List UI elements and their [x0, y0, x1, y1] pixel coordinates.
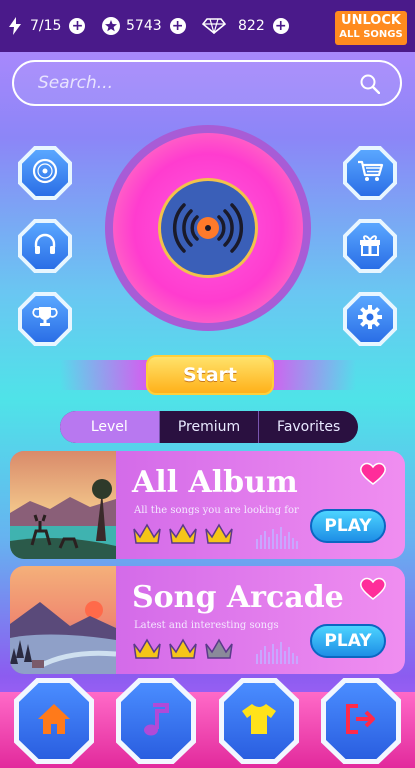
- add-energy-button[interactable]: +: [69, 18, 86, 34]
- add-gems-button[interactable]: +: [272, 18, 289, 34]
- album-card-all-album[interactable]: All Album All the songs you are looking …: [10, 451, 405, 559]
- album-card-song-arcade[interactable]: Song Arcade Latest and interesting songs…: [10, 566, 405, 674]
- star-icon: [102, 17, 120, 35]
- deer-landscape-image: [10, 451, 116, 559]
- energy-stat: 7/15 +: [6, 17, 86, 35]
- crown-icon: [133, 638, 161, 659]
- gift-icon: [357, 231, 383, 261]
- headphones-button[interactable]: [18, 219, 72, 273]
- crown-icon: [205, 523, 233, 544]
- category-tabs: Level Premium Favorites: [60, 411, 358, 443]
- exit-icon: [344, 702, 378, 740]
- search-input[interactable]: [36, 72, 340, 94]
- cart-icon: [356, 158, 384, 188]
- diamond-icon: [202, 17, 226, 35]
- card-title: All Album: [132, 465, 298, 500]
- add-stars-button[interactable]: +: [169, 18, 186, 34]
- equalizer-icon: [256, 527, 298, 549]
- stars-value: 5743: [126, 18, 162, 34]
- unlock-all-songs-button[interactable]: UNLOCK ALL SONGS: [335, 11, 407, 45]
- crown-icon: [169, 638, 197, 659]
- heart-icon[interactable]: [359, 576, 387, 600]
- unlock-label-line2: ALL SONGS: [339, 29, 403, 40]
- gems-stat: 822 +: [202, 17, 289, 35]
- gems-value: 822: [238, 18, 265, 34]
- unlock-label-line1: UNLOCK: [341, 13, 401, 28]
- top-bar: 7/15 + 5743 + 822 + UNLOCK ALL SONGS: [0, 0, 415, 52]
- disc-button[interactable]: [18, 146, 72, 200]
- music-note-icon: [141, 701, 171, 741]
- trophy-button[interactable]: [18, 292, 72, 346]
- heart-icon[interactable]: [359, 461, 387, 485]
- settings-button[interactable]: [343, 292, 397, 346]
- nav-shop-button[interactable]: [219, 678, 299, 764]
- disc-icon: [32, 158, 58, 188]
- crown-icon: [133, 523, 161, 544]
- card-title: Song Arcade: [132, 580, 344, 615]
- vinyl-icon: [158, 178, 258, 278]
- shirt-icon: [240, 702, 278, 740]
- crown-rating: [132, 638, 234, 660]
- lightning-icon: [6, 17, 24, 35]
- card-subtitle: Latest and interesting songs: [134, 620, 279, 631]
- trophy-icon: [32, 304, 58, 334]
- nav-exit-button[interactable]: [321, 678, 401, 764]
- equalizer-icon: [256, 642, 298, 664]
- stars-stat: 5743 +: [102, 17, 186, 35]
- search-icon[interactable]: [360, 74, 381, 98]
- energy-value: 7/15: [30, 18, 62, 34]
- record-disc[interactable]: [105, 125, 311, 331]
- tab-premium[interactable]: Premium: [158, 411, 260, 443]
- tab-favorites[interactable]: Favorites: [259, 411, 358, 443]
- gear-icon: [357, 304, 383, 334]
- headphones-icon: [32, 231, 58, 261]
- start-button[interactable]: Start: [146, 355, 274, 395]
- card-subtitle: All the songs you are looking for: [134, 505, 299, 516]
- shop-button[interactable]: [343, 146, 397, 200]
- play-button[interactable]: PLAY: [310, 509, 386, 543]
- nav-home-button[interactable]: [14, 678, 94, 764]
- crown-empty-icon: [205, 638, 233, 659]
- home-icon: [36, 702, 72, 740]
- crown-icon: [169, 523, 197, 544]
- gift-button[interactable]: [343, 219, 397, 273]
- search-bar: [12, 60, 402, 106]
- play-button[interactable]: PLAY: [310, 624, 386, 658]
- mountain-landscape-image: [10, 566, 117, 674]
- nav-music-button[interactable]: [116, 678, 196, 764]
- crown-rating: [132, 523, 234, 545]
- tab-level[interactable]: Level: [60, 411, 159, 443]
